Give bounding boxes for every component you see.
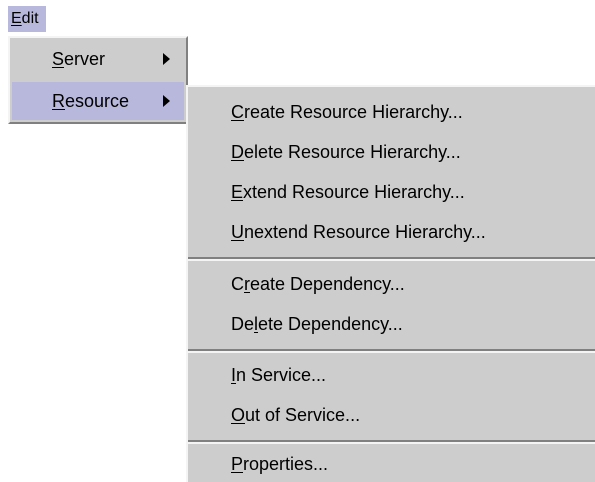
edit-dropdown: Server Resource	[8, 36, 188, 124]
menu-item-delete-resource-hierarchy[interactable]: Delete Resource Hierarchy...	[188, 132, 595, 172]
menu-item-resource-label: Resource	[52, 91, 130, 111]
menu-item-in-service[interactable]: In Service...	[188, 355, 595, 395]
menu-item-extend-resource-hierarchy[interactable]: Extend Resource Hierarchy...	[188, 172, 595, 212]
resource-submenu: Create Resource Hierarchy... Delete Reso…	[186, 85, 595, 482]
menu-edit[interactable]: Edit	[8, 6, 46, 32]
menu-item-server[interactable]: Server	[12, 40, 184, 78]
menu-item-resource[interactable]: Resource	[12, 82, 184, 120]
menu-item-create-dependency[interactable]: Create Dependency...	[188, 264, 595, 304]
menu-item-properties[interactable]: Properties...	[188, 444, 595, 482]
menu-separator	[188, 257, 595, 261]
submenu-arrow-icon	[163, 53, 170, 65]
menu-separator	[188, 349, 595, 353]
menu-item-delete-dependency[interactable]: Delete Dependency...	[188, 304, 595, 344]
menu-item-create-resource-hierarchy[interactable]: Create Resource Hierarchy...	[188, 92, 595, 132]
menu-edit-label: Edit	[11, 10, 39, 27]
menu-item-unextend-resource-hierarchy[interactable]: Unextend Resource Hierarchy...	[188, 212, 595, 252]
submenu-arrow-icon	[163, 95, 170, 107]
menu-item-out-of-service[interactable]: Out of Service...	[188, 395, 595, 435]
menu-item-server-label: Server	[52, 49, 106, 69]
